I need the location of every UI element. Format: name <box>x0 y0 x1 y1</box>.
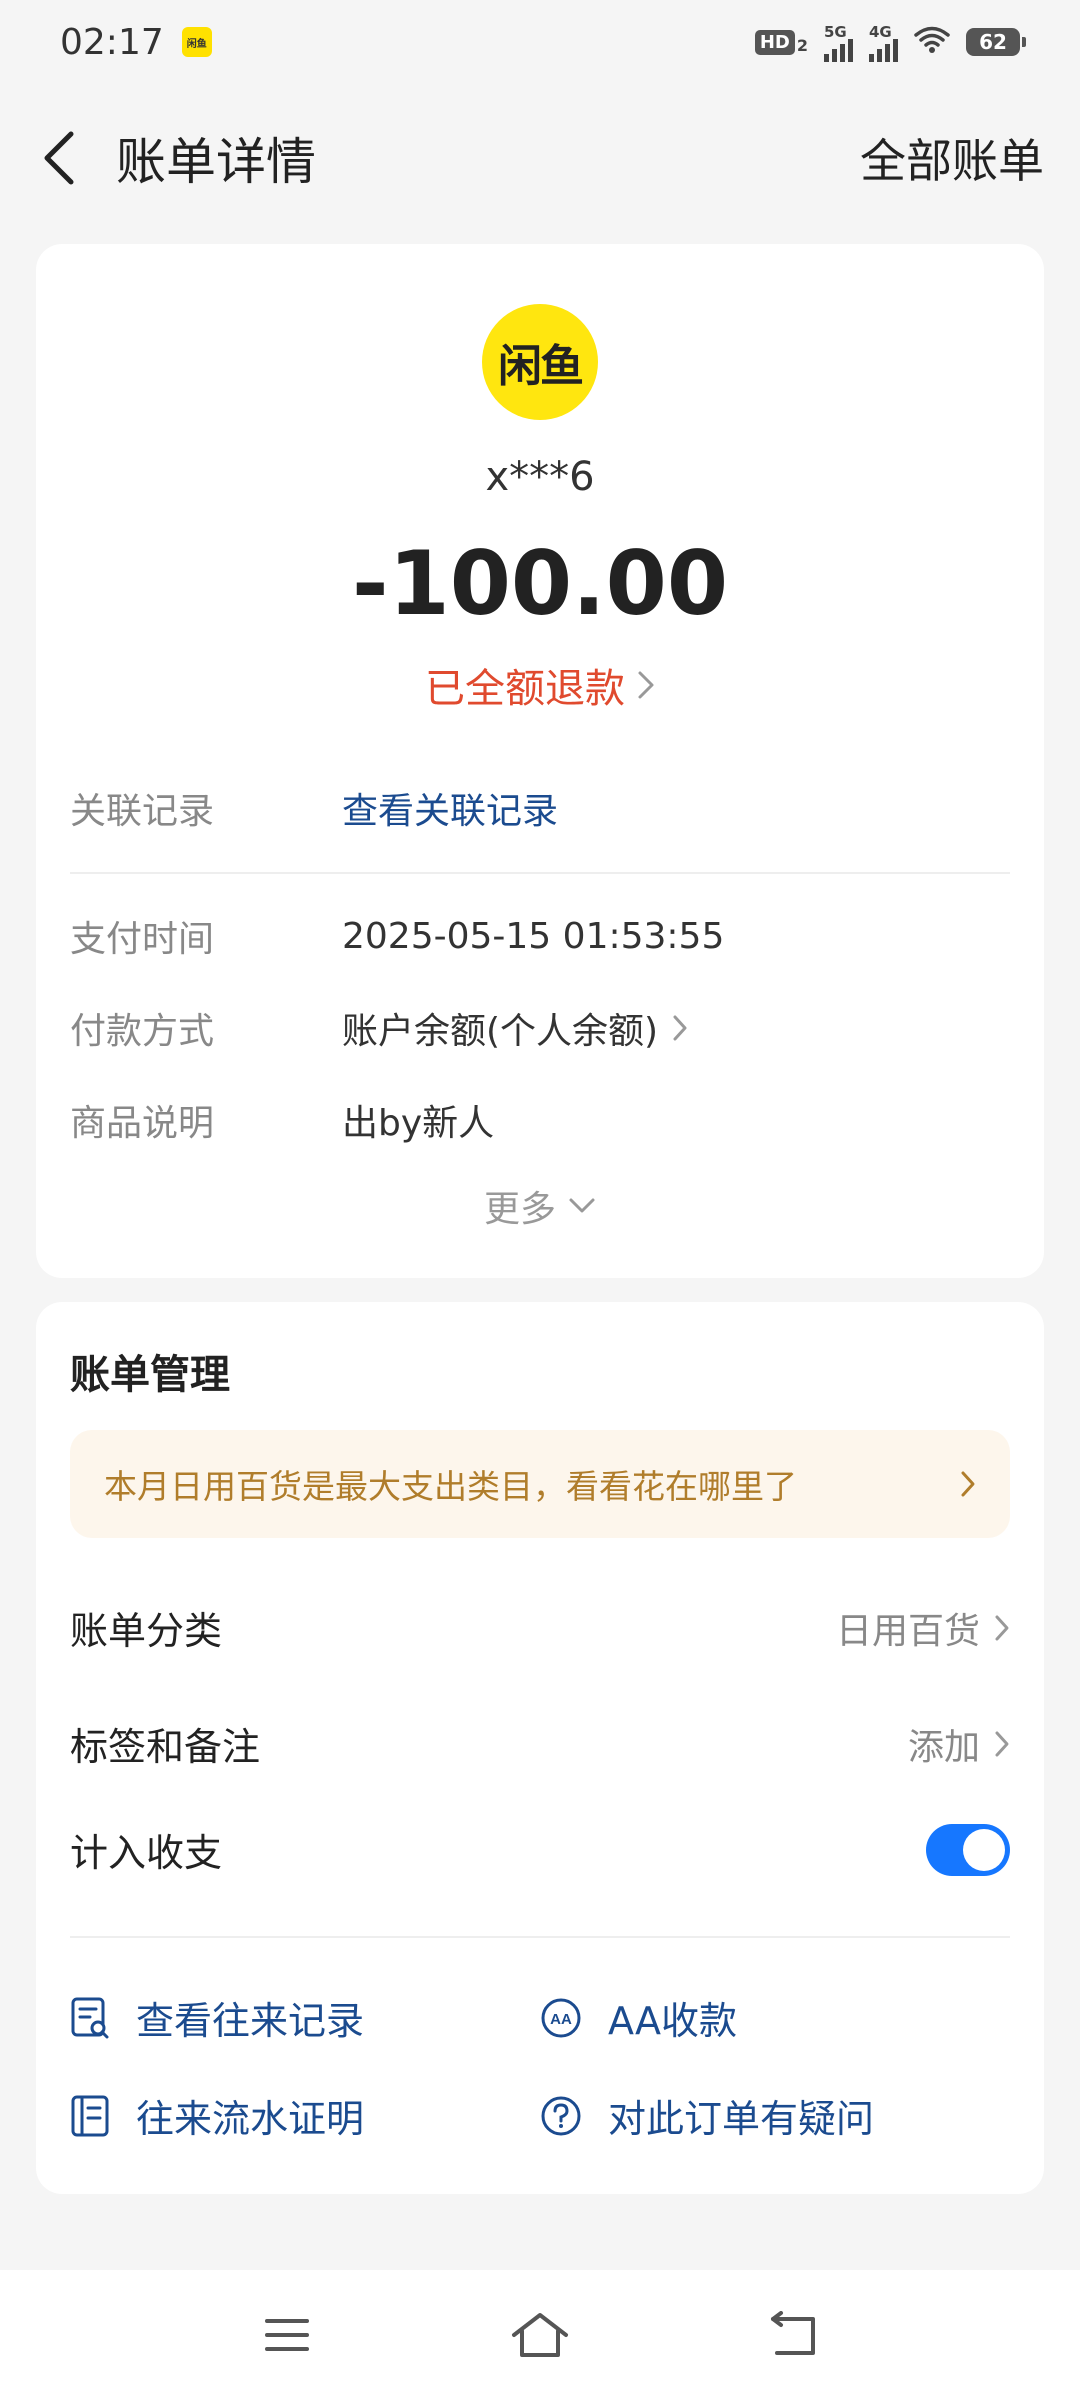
pay-time-row: 支付时间 2025-05-15 01:53:55 <box>70 910 1010 962</box>
refund-status-text: 已全额退款 <box>425 666 625 712</box>
hd-sub: 2 <box>796 35 808 55</box>
header: 账单详情 全部账单 <box>0 110 1080 206</box>
aa-collect-label: AA收款 <box>608 1999 738 2043</box>
order-question-label: 对此订单有疑问 <box>608 2097 875 2141</box>
goods-desc-row: 商品说明 出by新人 <box>70 1094 1010 1146</box>
count-income-row: 计入收支 <box>70 1822 1010 1877</box>
category-value: 日用百货 <box>836 1602 1010 1654</box>
home-nav-button[interactable] <box>505 2300 575 2370</box>
view-history-label: 查看往来记录 <box>136 1999 365 2043</box>
document-icon <box>71 2095 109 2136</box>
signal-4g-label: 4G <box>869 22 892 41</box>
signal-5g-label: 5G <box>824 22 847 41</box>
wifi-icon <box>914 26 950 58</box>
divider <box>70 1936 1010 1938</box>
more-label: 更多 <box>483 1189 556 1230</box>
tags-label: 标签和备注 <box>70 1725 261 1769</box>
more-button[interactable]: 更多 <box>36 1180 1044 1232</box>
aa-icon: AA <box>541 1998 581 2037</box>
chevron-right-icon <box>995 1615 1009 1640</box>
tags-value: 添加 <box>908 1718 1010 1770</box>
chevron-right-icon <box>995 1731 1009 1756</box>
tags-add-text: 添加 <box>907 1726 980 1768</box>
transaction-proof-button[interactable]: 往来流水证明 <box>70 2088 364 2143</box>
related-record-row: 关联记录 查看关联记录 <box>70 782 1010 834</box>
transaction-proof-label: 往来流水证明 <box>136 2097 365 2141</box>
signal-4g-icon: 4G <box>869 23 898 62</box>
view-history-button[interactable]: 查看往来记录 <box>70 1990 364 2045</box>
order-question-button[interactable]: 对此订单有疑问 <box>540 2088 874 2143</box>
count-income-label: 计入收支 <box>70 1831 223 1875</box>
spending-tip-banner[interactable]: 本月日用百货是最大支出类目，看看花在哪里了 <box>70 1430 1010 1538</box>
hd-badge: HD <box>754 29 795 55</box>
pay-method-label: 付款方式 <box>70 1011 215 1052</box>
svg-text:AA: AA <box>550 2011 572 2028</box>
menu-icon <box>264 2319 309 2351</box>
header-left: 账单详情 <box>36 122 316 194</box>
pay-time-value: 2025-05-15 01:53:55 <box>342 915 725 957</box>
merchant-name: x***6 <box>485 454 595 500</box>
goods-desc-label: 商品说明 <box>70 1103 215 1144</box>
chevron-right-icon <box>638 671 654 699</box>
status-left: 02:17 闲鱼 <box>60 22 212 63</box>
toggle-knob <box>963 1828 1005 1871</box>
section-title: 账单管理 <box>70 1352 230 1398</box>
divider <box>70 872 1010 874</box>
xianyu-notification-icon: 闲鱼 <box>181 27 212 57</box>
chevron-right-icon <box>673 1015 687 1041</box>
related-record-link[interactable]: 查看关联记录 <box>342 782 558 834</box>
back-arrow-icon <box>771 2311 816 2355</box>
bill-amount: -100.00 <box>351 532 729 635</box>
home-icon <box>511 2313 568 2357</box>
chevron-left-icon <box>44 131 74 185</box>
pay-method-value: 账户余额(个人余额) <box>342 1002 688 1054</box>
chevron-down-icon <box>569 1198 595 1213</box>
chevron-right-icon <box>961 1471 975 1497</box>
category-text: 日用百货 <box>835 1610 980 1652</box>
bill-manage-card: 账单管理 本月日用百货是最大支出类目，看看花在哪里了 账单分类 日用百货 标签和… <box>36 1302 1044 2194</box>
refund-status-link[interactable]: 已全额退款 <box>36 656 1044 714</box>
bill-summary-card: 闲鱼 x***6 -100.00 已全额退款 关联记录 查看关联记录 支付时间 … <box>36 244 1044 1278</box>
spending-tip-text: 本月日用百货是最大支出类目，看看花在哪里了 <box>104 1467 797 1506</box>
all-bills-link[interactable]: 全部账单 <box>860 125 1044 191</box>
merchant-logo: 闲鱼 <box>482 304 598 420</box>
related-record-label: 关联记录 <box>70 791 215 832</box>
menu-nav-button[interactable] <box>252 2300 322 2370</box>
signal-5g-icon: 5G <box>824 23 853 62</box>
back-nav-button[interactable] <box>758 2300 828 2370</box>
status-bar: 02:17 闲鱼 HD 2 5G 4G 62 <box>0 0 1080 84</box>
bill-detail-page: 02:17 闲鱼 HD 2 5G 4G 62 账单详情 全部账单 闲鱼 x***… <box>0 0 1080 2400</box>
tags-row[interactable]: 标签和备注 添加 <box>70 1716 1010 1771</box>
count-income-toggle[interactable] <box>926 1823 1010 1876</box>
back-button[interactable] <box>36 128 80 188</box>
category-label: 账单分类 <box>70 1609 223 1653</box>
pay-method-text: 账户余额(个人余额) <box>342 1011 659 1052</box>
record-search-icon <box>71 1997 109 2038</box>
category-row[interactable]: 账单分类 日用百货 <box>70 1600 1010 1655</box>
system-nav-bar <box>0 2270 1080 2400</box>
aa-collect-button[interactable]: AA AA收款 <box>540 1990 737 2045</box>
hd-icon: HD 2 <box>754 29 808 55</box>
pay-time-label: 支付时间 <box>70 919 215 960</box>
pay-method-row[interactable]: 付款方式 账户余额(个人余额) <box>70 1002 1010 1054</box>
page-title: 账单详情 <box>116 133 316 191</box>
question-icon <box>541 2096 581 2135</box>
goods-desc-value: 出by新人 <box>342 1103 495 1144</box>
status-time: 02:17 <box>60 21 164 63</box>
battery-icon: 62 <box>966 28 1026 56</box>
status-right: HD 2 5G 4G 62 <box>754 23 1026 62</box>
